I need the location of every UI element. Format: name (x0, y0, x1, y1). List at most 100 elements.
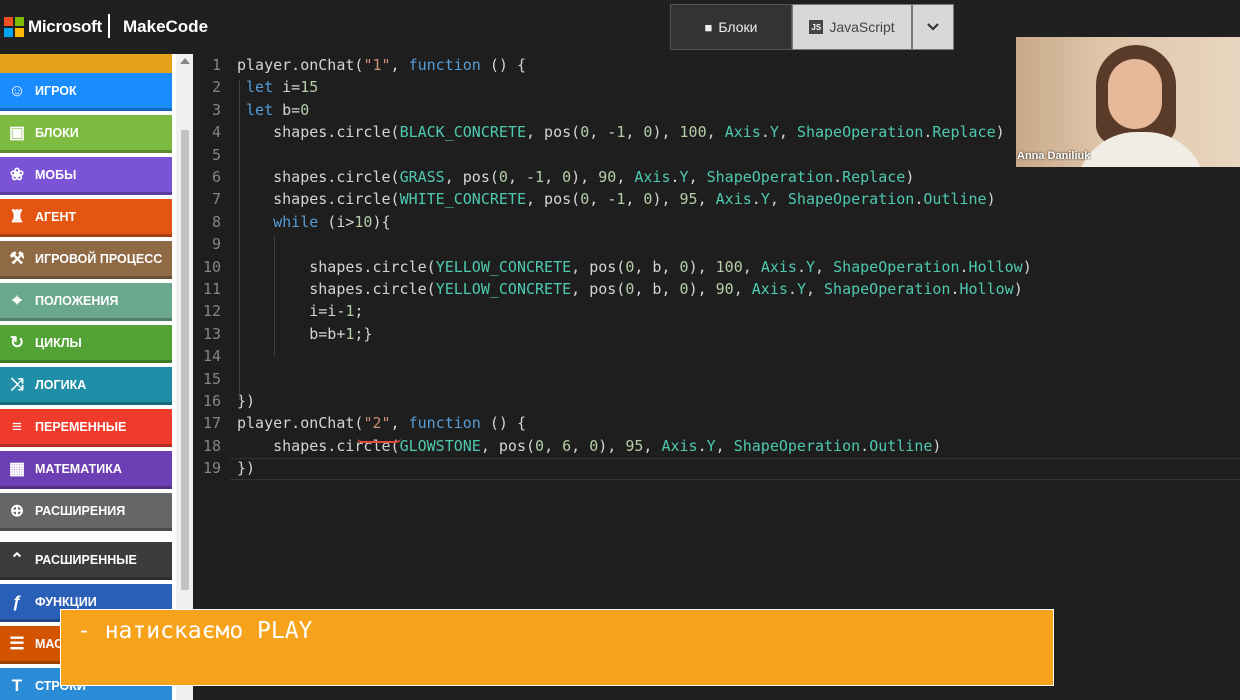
toolbox-category-label: ФУНКЦИИ (35, 594, 97, 609)
participant-body (1076, 132, 1206, 167)
toolbox-category[interactable]: ▣ БЛОКИ (0, 115, 172, 153)
line-number: 8 (211, 212, 221, 231)
line-number: 16 (202, 392, 221, 410)
toolbox-category-label: ПОЛОЖЕНИЯ (35, 293, 119, 308)
toolbox-scroll-thumb[interactable] (181, 130, 189, 590)
code-line[interactable]: 10 shapes.circle(YELLOW_CONCRETE, pos(0,… (193, 256, 1240, 278)
line-number: 13 (202, 324, 221, 343)
code-text[interactable]: player.onChat("2", function () { (237, 412, 526, 434)
code-text[interactable]: shapes.circle(YELLOW_CONCRETE, pos(0, b,… (237, 256, 1032, 278)
code-line[interactable]: 18 shapes.circle(GLOWSTONE, pos(0, 6, 0)… (193, 435, 1240, 457)
code-line[interactable]: 16}) (193, 390, 1240, 412)
line-number: 6 (211, 168, 221, 186)
toolbox-category[interactable]: ≡ ПЕРЕМЕННЫЕ (0, 409, 172, 447)
product-name[interactable]: MakeCode (123, 17, 208, 37)
wrench-icon: ⚒ (9, 248, 25, 268)
code-text[interactable]: shapes.circle(GRASS, pos(0, -1, 0), 90, … (237, 166, 914, 188)
code-line[interactable]: 19}) (193, 457, 1240, 479)
line-number: 5 (211, 145, 221, 164)
crosshair-icon: ⌖ (12, 290, 22, 310)
code-line[interactable]: 8 while (i>10){ (193, 211, 1240, 233)
toolbox-category-label: РАСШИРЕНИЯ (35, 503, 126, 518)
chevron-down-icon (927, 23, 939, 31)
toolbox-category-label: РАСШИРЕННЫЕ (35, 552, 137, 567)
code-text[interactable]: shapes.circle(BLACK_CONCRETE, pos(0, -1,… (237, 121, 1005, 143)
code-text[interactable]: let b=0 (237, 99, 309, 121)
toolbox-category-label: ИГРОК (35, 83, 77, 98)
code-line[interactable]: 14 (193, 345, 1240, 367)
toolbox-category-label: АГЕНТ (35, 209, 77, 224)
webcam-video: Anna Daniliuk (1016, 37, 1240, 167)
toolbox-category[interactable]: ❀ МОБЫ (0, 157, 172, 195)
code-line[interactable]: 17 player.onChat("2", function () { (193, 412, 1240, 434)
toolbox-category[interactable]: ⊕ РАСШИРЕНИЯ (0, 493, 172, 531)
line-number: 1 (211, 56, 221, 74)
line-number: 14 (202, 347, 221, 366)
toolbox-category[interactable]: ⚒ ИГРОВОЙ ПРОЦЕСС (0, 241, 172, 279)
scroll-up-icon[interactable] (180, 58, 190, 64)
code-text[interactable]: b=b+1;} (237, 323, 372, 345)
code-line[interactable]: 13 b=b+1;} (193, 323, 1240, 345)
code-text[interactable]: shapes.circle(YELLOW_CONCRETE, pos(0, b,… (237, 278, 1022, 300)
line-number: 9 (211, 235, 221, 254)
code-text[interactable]: }) (237, 457, 255, 479)
code-text[interactable]: shapes.circle(WHITE_CONCRETE, pos(0, -1,… (237, 188, 996, 210)
error-squiggle (357, 438, 401, 443)
blocks-mode-button[interactable]: ■ Блоки (670, 4, 792, 50)
code-text[interactable]: while (i>10){ (237, 211, 390, 233)
line-number: 4 (211, 123, 221, 142)
code-line[interactable]: 6 shapes.circle(GRASS, pos(0, -1, 0), 90… (193, 166, 1240, 188)
shuffle-icon: ⤨ (10, 374, 24, 394)
code-line[interactable]: 11 shapes.circle(YELLOW_CONCRETE, pos(0,… (193, 278, 1240, 300)
code-line[interactable]: 9 (193, 233, 1240, 255)
javascript-mode-button[interactable]: JS JavaScript (792, 4, 912, 50)
toolbox-category-label: МАС (35, 636, 64, 651)
toolbox-category-label: ЦИКЛЫ (35, 335, 82, 350)
line-number: 11 (202, 280, 221, 298)
code-text[interactable]: let i=15 (237, 76, 318, 98)
participant-name: Anna Daniliuk (1017, 150, 1091, 162)
subtitle-caption: - натискаємо PLAY (60, 609, 1054, 686)
code-line[interactable]: 12 i=i-1; (193, 300, 1240, 322)
toolbox-category-label: МАТЕМАТИКА (35, 461, 122, 476)
cube-icon: ▣ (8, 122, 26, 142)
array-icon: ☰ (9, 633, 25, 653)
toolbox-category-label: ИГРОВОЙ ПРОЦЕСС (35, 251, 163, 266)
code-line[interactable]: 7 shapes.circle(WHITE_CONCRETE, pos(0, -… (193, 188, 1240, 210)
agent-icon: ♜ (9, 206, 25, 226)
function-icon: ƒ (12, 591, 22, 611)
chevron-up-icon: ⌃ (9, 549, 25, 569)
puzzle-icon: ■ (704, 19, 713, 35)
javascript-mode-label: JavaScript (829, 19, 895, 35)
toolbox-category[interactable]: ⌖ ПОЛОЖЕНИЯ (0, 283, 172, 321)
toolbox-category[interactable]: ♜ АГЕНТ (0, 199, 172, 237)
line-number: 12 (202, 302, 221, 321)
code-line[interactable]: 15 (193, 368, 1240, 390)
brand-divider (108, 14, 110, 38)
toolbox-category-label: ПЕРЕМЕННЫЕ (35, 419, 127, 434)
list-icon: ≡ (12, 416, 22, 436)
toolbox-category[interactable]: ⤨ ЛОГИКА (0, 367, 172, 405)
toolbox-category-label: ЛОГИКА (35, 377, 87, 392)
line-number: 3 (211, 100, 221, 119)
toolbox-category-label: БЛОКИ (35, 125, 79, 140)
calculator-icon: ▦ (8, 458, 26, 478)
person-icon: ☺ (8, 80, 26, 100)
line-number: 2 (211, 78, 221, 97)
line-number: 17 (202, 414, 221, 433)
toolbox-category[interactable]: ▦ МАТЕМАТИКА (0, 451, 172, 489)
microsoft-logo-icon (4, 17, 24, 37)
mode-dropdown-button[interactable] (912, 4, 954, 50)
toolbox-category[interactable]: ↻ ЦИКЛЫ (0, 325, 172, 363)
line-number: 18 (202, 436, 221, 455)
code-text[interactable]: player.onChat("1", function () { (237, 54, 526, 76)
participant-face (1108, 59, 1162, 129)
toolbox-category[interactable]: ☺ ИГРОК (0, 73, 172, 111)
blocks-mode-label: Блоки (718, 19, 758, 35)
code-text[interactable]: shapes.circle(GLOWSTONE, pos(0, 6, 0), 9… (237, 435, 941, 457)
code-text[interactable]: i=i-1; (237, 300, 363, 322)
toolbox-category[interactable]: ⌃ РАСШИРЕННЫЕ (0, 542, 172, 580)
js-icon: JS (809, 20, 824, 34)
brand-name: Microsoft (28, 17, 102, 36)
toolbox-sidebar: ☺ ИГРОК ▣ БЛОКИ ❀ МОБЫ ♜ АГЕНТ ⚒ ИГРОВОЙ ПРОЦЕСС ⌖… (0, 54, 176, 700)
